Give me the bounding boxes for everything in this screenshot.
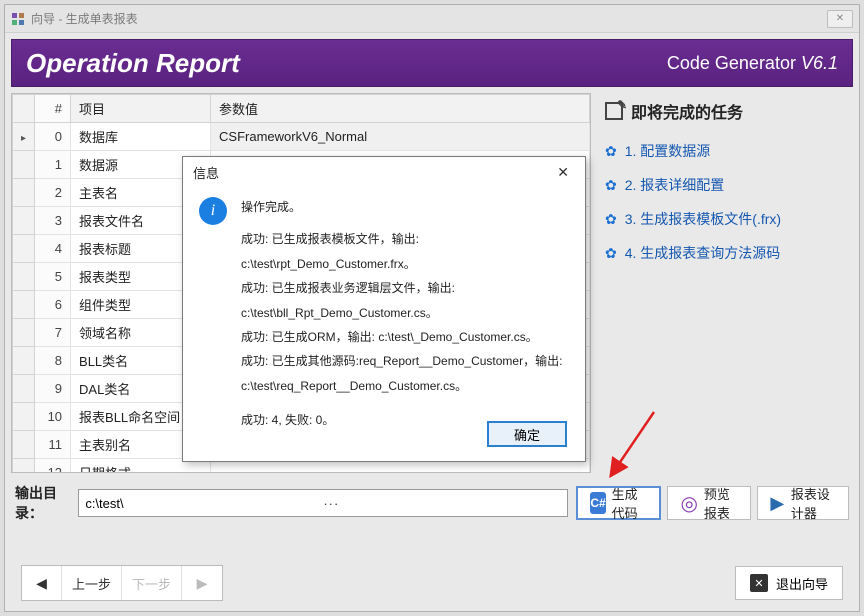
window-close-button[interactable]: ✕	[827, 10, 853, 28]
nav-next-button: 下一步	[122, 566, 182, 600]
dialog-line: 成功: 已生成报表业务逻辑层文件，输出:	[241, 278, 569, 298]
dialog-line: 成功: 已生成报表模板文件，输出:	[241, 229, 569, 249]
designer-icon: ▶	[770, 492, 785, 514]
grid-corner	[13, 95, 35, 123]
banner: Operation Report Code Generator V6.1	[11, 39, 853, 87]
exit-wizard-button[interactable]: ✕ 退出向导	[735, 566, 843, 600]
cell-index: 2	[35, 179, 71, 207]
dialog-line: c:\test\rpt_Demo_Customer.frx。	[241, 254, 569, 274]
row-header	[13, 235, 35, 263]
dialog-titlebar: 信息 ✕	[183, 157, 585, 187]
cell-index: 9	[35, 375, 71, 403]
cell-index: 11	[35, 431, 71, 459]
col-index[interactable]: #	[35, 95, 71, 123]
row-header	[13, 207, 35, 235]
cell-index: 10	[35, 403, 71, 431]
dialog-close-button[interactable]: ✕	[551, 162, 575, 183]
titlebar: 向导 - 生成单表报表 ✕	[5, 5, 859, 33]
gear-icon: ✿	[605, 143, 617, 160]
dialog-message: 操作完成。 成功: 已生成报表模板文件，输出: c:\test\rpt_Demo_…	[241, 197, 569, 435]
report-designer-button[interactable]: ▶ 报表设计器	[757, 486, 849, 520]
dialog-line: c:\test\bll_Rpt_Demo_Customer.cs。	[241, 303, 569, 323]
row-header	[13, 403, 35, 431]
cell-index: 5	[35, 263, 71, 291]
dialog-title: 信息	[193, 163, 219, 182]
task-heading: 即将完成的任务	[605, 99, 847, 123]
exit-icon: ✕	[750, 574, 768, 592]
cell-index: 3	[35, 207, 71, 235]
csharp-icon: C#	[590, 492, 605, 514]
task-item[interactable]: ✿4. 生成报表查询方法源码	[605, 243, 847, 263]
cell-index: 4	[35, 235, 71, 263]
task-item[interactable]: ✿3. 生成报表模板文件(.frx)	[605, 209, 847, 229]
output-dir-value: c:\test\	[85, 496, 319, 511]
col-name[interactable]: 项目	[71, 95, 211, 123]
cell-index: 7	[35, 319, 71, 347]
wizard-nav: ◀ 上一步 下一步 ▶	[21, 565, 223, 601]
dialog-ok-button[interactable]: 确定	[487, 421, 567, 447]
generate-code-button[interactable]: C# 生成代码	[576, 486, 661, 520]
row-header	[13, 459, 35, 474]
cell-index: 12	[35, 459, 71, 474]
gear-icon: ✿	[605, 211, 617, 228]
task-panel: 即将完成的任务 ✿1. 配置数据源 ✿2. 报表详细配置 ✿3. 生成报表模板文件(…	[595, 93, 853, 473]
cell-index: 6	[35, 291, 71, 319]
browse-button[interactable]: ···	[319, 496, 561, 511]
dialog-line: 成功: 已生成ORM，输出: c:\test\_Demo_Customer.cs…	[241, 327, 569, 347]
row-header	[13, 319, 35, 347]
nav-prev-arrow[interactable]: ◀	[22, 566, 62, 600]
row-header	[13, 347, 35, 375]
table-row[interactable]: 0数据库CSFrameworkV6_Normal	[13, 123, 590, 151]
col-value[interactable]: 参数值	[211, 95, 590, 123]
info-icon: i	[199, 197, 227, 225]
task-heading-icon	[605, 102, 623, 120]
brand: Code Generator V6.1	[667, 53, 838, 74]
row-header	[13, 431, 35, 459]
row-header	[13, 375, 35, 403]
dialog-line: 成功: 已生成其他源码:req_Report__Demo_Customer，输出…	[241, 351, 569, 371]
info-dialog: 信息 ✕ i 操作完成。 成功: 已生成报表模板文件，输出: c:\test\rp…	[182, 156, 586, 462]
nav-next-arrow: ▶	[182, 566, 222, 600]
output-dir-label: 输出目录：	[15, 483, 70, 523]
window-title: 向导 - 生成单表报表	[31, 10, 138, 27]
row-header	[13, 263, 35, 291]
task-item[interactable]: ✿2. 报表详细配置	[605, 175, 847, 195]
row-header	[13, 151, 35, 179]
banner-title: Operation Report	[26, 48, 667, 79]
dialog-line: c:\test\req_Report__Demo_Customer.cs。	[241, 376, 569, 396]
row-header	[13, 123, 35, 151]
output-dir-input[interactable]: c:\test\ ···	[78, 489, 568, 517]
dialog-heading: 操作完成。	[241, 197, 569, 217]
app-icon	[11, 12, 25, 26]
gear-icon: ✿	[605, 245, 617, 262]
cell-value[interactable]: CSFrameworkV6_Normal	[211, 123, 590, 151]
preview-icon: ◎	[680, 492, 697, 514]
row-header	[13, 291, 35, 319]
cell-name: 数据库	[71, 123, 211, 151]
cell-index: 0	[35, 123, 71, 151]
cell-index: 8	[35, 347, 71, 375]
gear-icon: ✿	[605, 177, 617, 194]
task-item[interactable]: ✿1. 配置数据源	[605, 141, 847, 161]
nav-prev-button[interactable]: 上一步	[62, 566, 122, 600]
cell-index: 1	[35, 151, 71, 179]
preview-report-button[interactable]: ◎ 预览报表	[667, 486, 750, 520]
row-header	[13, 179, 35, 207]
